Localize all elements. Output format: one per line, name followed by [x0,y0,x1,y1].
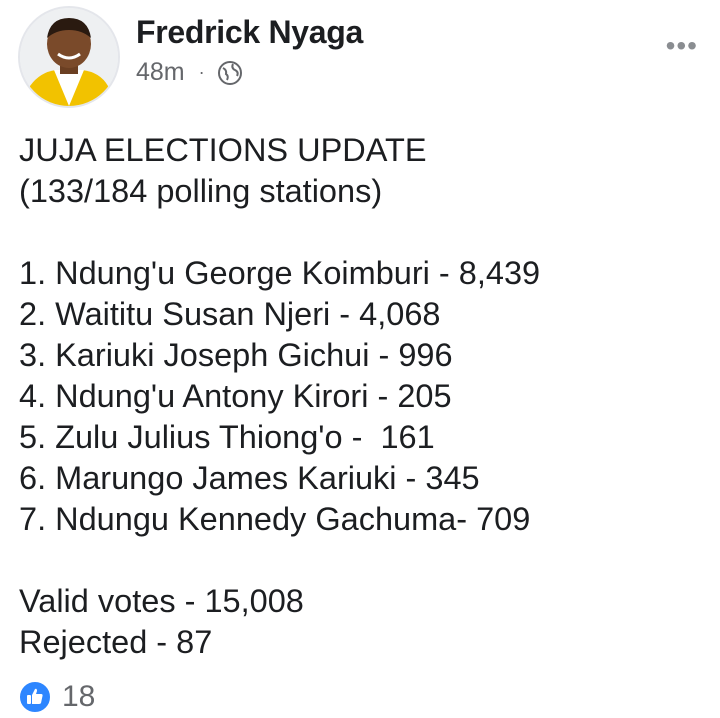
author-name[interactable]: Fredrick Nyaga [136,14,363,51]
result-line: 3. Kariuki Joseph Gichui - 996 [19,337,453,373]
globe-icon [217,60,242,85]
result-line: 4. Ndung'u Antony Kirori - 205 [19,378,452,414]
result-line: 1. Ndung'u George Koimburi - 8,439 [19,255,541,291]
valid-votes: Valid votes - 15,008 [19,583,304,619]
meta-separator: · [198,62,205,82]
rejected-votes: Rejected - 87 [19,624,213,660]
post-body: JUJA ELECTIONS UPDATE (133/184 polling s… [19,130,709,663]
result-line: 7. Ndungu Kennedy Gachuma- 709 [19,501,531,537]
post-header: Fredrick Nyaga 48m · ••• [18,6,702,108]
post-subtitle: (133/184 polling stations) [19,173,383,209]
result-line: 6. Marungo James Kariuki - 345 [19,460,480,496]
result-line: 5. Zulu Julius Thiong'o - 161 [19,419,435,455]
post-meta: 48m · [136,58,243,87]
avatar[interactable] [18,6,120,108]
more-options-icon[interactable]: ••• [666,32,698,60]
post-timestamp[interactable]: 48m [136,58,185,87]
reaction-count[interactable]: 18 [62,680,95,714]
reactions-bar[interactable]: 18 [18,678,95,716]
like-icon [18,680,52,714]
result-line: 2. Waititu Susan Njeri - 4,068 [19,296,441,332]
post-title: JUJA ELECTIONS UPDATE [19,132,427,168]
